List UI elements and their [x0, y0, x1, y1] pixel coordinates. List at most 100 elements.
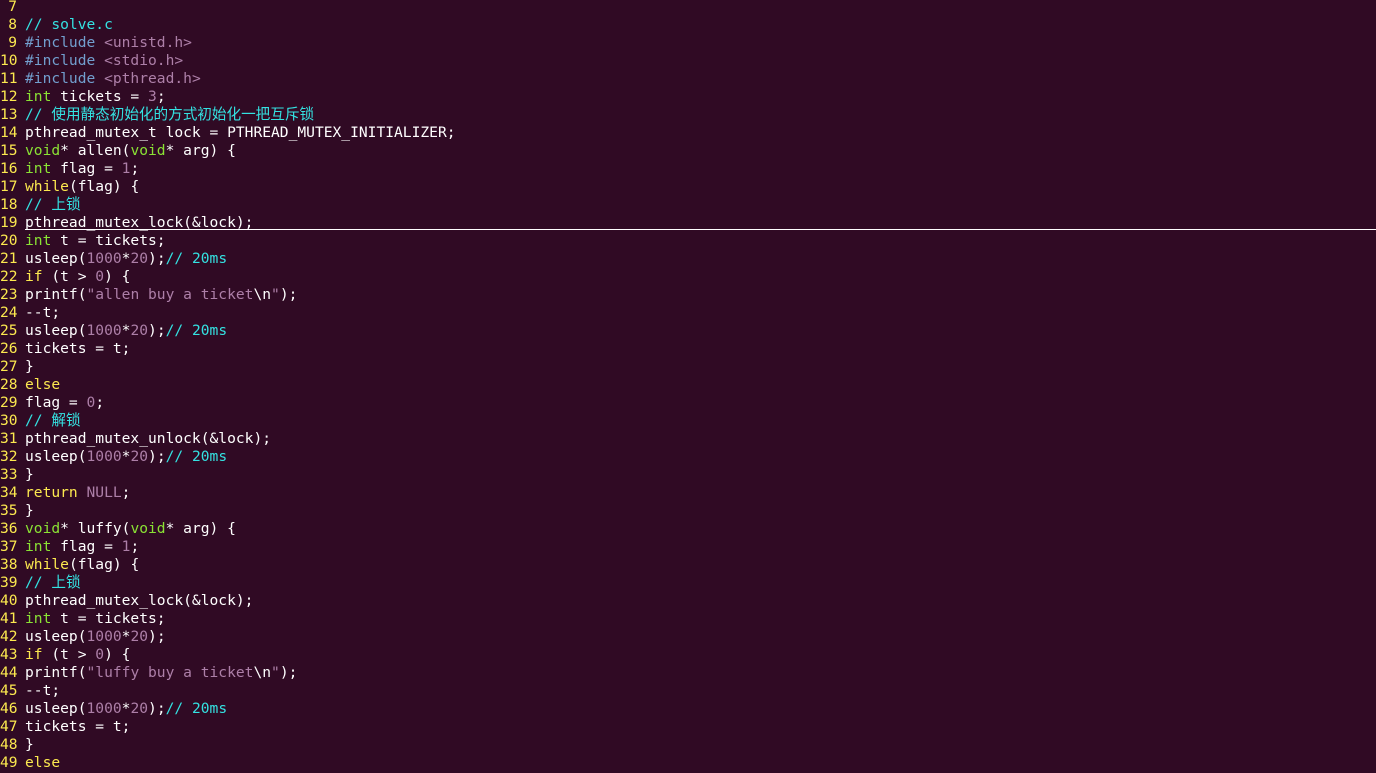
line-number: 17	[0, 178, 18, 195]
code-line[interactable]: 47 tickets = t;	[0, 718, 1376, 736]
code-line[interactable]: 11 #include <pthread.h>	[0, 70, 1376, 88]
code-line[interactable]: 49 else	[0, 754, 1376, 772]
line-code: usleep(1000*20);// 20ms	[25, 448, 227, 465]
code-line[interactable]: 22 if (t > 0) {	[0, 268, 1376, 286]
line-number: 32	[0, 448, 18, 465]
code-line[interactable]: 38 while(flag) {	[0, 556, 1376, 574]
line-code: else	[25, 376, 60, 393]
token-text: --t;	[25, 304, 61, 321]
code-line[interactable]: 29 flag = 0;	[0, 394, 1376, 412]
line-code: #include <stdio.h>	[25, 52, 183, 69]
token-text: flag =	[25, 394, 87, 411]
line-code: if (t > 0) {	[25, 646, 130, 663]
line-code: usleep(1000*20);// 20ms	[25, 322, 227, 339]
code-line[interactable]: 10 #include <stdio.h>	[0, 52, 1376, 70]
token-preproc: #include	[25, 52, 105, 69]
token-text: tickets =	[51, 88, 149, 105]
token-type: int	[25, 160, 52, 177]
code-line[interactable]: 41 int t = tickets;	[0, 610, 1376, 628]
line-code: pthread_mutex_t lock = PTHREAD_MUTEX_INI…	[25, 124, 456, 141]
token-number: 1000	[86, 628, 122, 645]
code-line[interactable]: 25 usleep(1000*20);// 20ms	[0, 322, 1376, 340]
code-editor[interactable]: 7 8 // solve.c 9 #include <unistd.h> 10 #inclu…	[0, 0, 1376, 773]
token-text: usleep(	[25, 250, 87, 267]
line-number: 49	[0, 754, 18, 771]
token-text: );	[279, 286, 298, 303]
token-type: int	[25, 232, 52, 249]
token-text: );	[148, 322, 166, 339]
code-line[interactable]: 33}	[0, 466, 1376, 484]
code-line[interactable]: 20 int t = tickets;	[0, 232, 1376, 250]
line-number: 15	[0, 142, 18, 159]
code-line[interactable]: 14 pthread_mutex_t lock = PTHREAD_MUTEX_I…	[0, 124, 1376, 142]
code-line[interactable]: 18 // 上锁	[0, 196, 1376, 214]
token-comment: // 上锁	[25, 196, 81, 213]
token-number: 20	[130, 700, 149, 717]
line-number: 21	[0, 250, 18, 267]
line-number: 34	[0, 484, 18, 501]
token-text: ;	[130, 538, 140, 555]
token-text: ;	[156, 88, 166, 105]
line-code: }	[25, 502, 34, 519]
token-keyword: if	[25, 646, 43, 663]
token-text: usleep(	[25, 322, 87, 339]
token-number: 1000	[86, 250, 122, 267]
line-code: --t;	[25, 304, 60, 321]
code-line[interactable]: 48}	[0, 736, 1376, 754]
code-line[interactable]: 23 printf("allen buy a ticket\n");	[0, 286, 1376, 304]
token-text: flag =	[51, 538, 122, 555]
code-line[interactable]: 42 usleep(1000*20);	[0, 628, 1376, 646]
line-number: 14	[0, 124, 18, 141]
code-line[interactable]: 24 --t;	[0, 304, 1376, 322]
token-text: ) {	[104, 646, 131, 663]
code-line[interactable]: 27}	[0, 358, 1376, 376]
line-number: 8	[8, 16, 17, 33]
code-line[interactable]: 40 pthread_mutex_lock(&lock);	[0, 592, 1376, 610]
token-number: 0	[86, 394, 96, 411]
code-line[interactable]: 21 usleep(1000*20);// 20ms	[0, 250, 1376, 268]
code-line[interactable]: 34 return NULL;	[0, 484, 1376, 502]
line-number: 47	[0, 718, 18, 735]
code-line[interactable]: 37 int flag = 1;	[0, 538, 1376, 556]
code-line-cursor[interactable]: 19 pthread_mutex_lock(&lock);	[0, 214, 1376, 232]
code-line[interactable]: 13 // 使用静态初始化的方式初始化一把互斥锁	[0, 106, 1376, 124]
code-line[interactable]: 31 pthread_mutex_unlock(&lock);	[0, 430, 1376, 448]
code-line[interactable]: 39 // 上锁	[0, 574, 1376, 592]
code-line[interactable]: 43 if (t > 0) {	[0, 646, 1376, 664]
line-code: // 上锁	[25, 574, 81, 591]
code-line[interactable]: 8 // solve.c	[0, 16, 1376, 34]
code-line[interactable]: 15 void* allen(void* arg) {	[0, 142, 1376, 160]
token-string: "allen buy a ticket	[86, 286, 254, 303]
code-line[interactable]: 30 // 解锁	[0, 412, 1376, 430]
line-code: while(flag) {	[25, 556, 139, 573]
token-type: void	[130, 142, 166, 159]
code-line[interactable]: 9 #include <unistd.h>	[0, 34, 1376, 52]
code-line[interactable]: 32 usleep(1000*20);// 20ms	[0, 448, 1376, 466]
code-line[interactable]: 17 while(flag) {	[0, 178, 1376, 196]
code-line[interactable]: 26 tickets = t;	[0, 340, 1376, 358]
line-number: 45	[0, 682, 18, 699]
token-type: int	[25, 538, 52, 555]
token-string: "	[271, 286, 280, 303]
code-line[interactable]: 35}	[0, 502, 1376, 520]
token-keyword: else	[25, 376, 61, 393]
code-line[interactable]: 45 --t;	[0, 682, 1376, 700]
line-code: int flag = 1;	[25, 160, 139, 177]
token-comment: // 解锁	[25, 412, 81, 429]
code-line[interactable]: 46 usleep(1000*20);// 20ms	[0, 700, 1376, 718]
code-line[interactable]: 36 void* luffy(void* arg) {	[0, 520, 1376, 538]
token-text: (t >	[42, 268, 96, 285]
line-number: 44	[0, 664, 18, 681]
token-text: (flag) {	[68, 178, 140, 195]
line-number: 40	[0, 592, 18, 609]
code-line[interactable]: 28 else	[0, 376, 1376, 394]
code-line[interactable]: 16 int flag = 1;	[0, 160, 1376, 178]
line-number: 35	[0, 502, 18, 519]
token-comment: // 上锁	[25, 574, 81, 591]
line-code: int tickets = 3;	[25, 88, 166, 105]
code-line[interactable]: 12 int tickets = 3;	[0, 88, 1376, 106]
token-text: }	[25, 466, 34, 483]
code-line[interactable]: 7	[0, 0, 1376, 16]
token-text: );	[148, 700, 166, 717]
code-line[interactable]: 44 printf("luffy buy a ticket\n");	[0, 664, 1376, 682]
